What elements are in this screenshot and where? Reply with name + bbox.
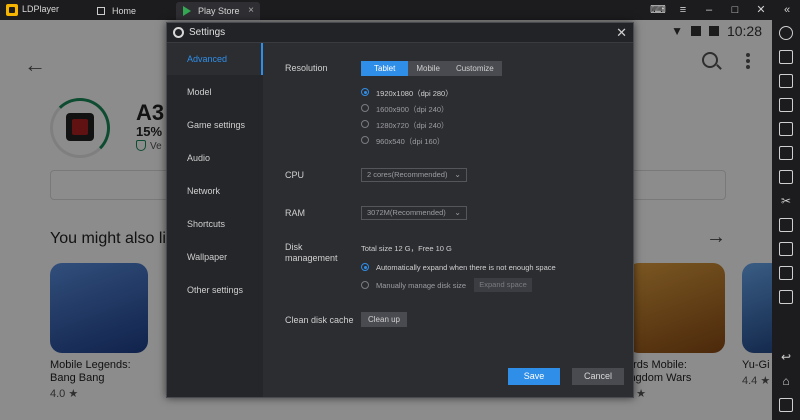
emulator-title-bar: LDPlayer Home Play Store × ⌨ ≡ – □ ✕ « [0, 0, 800, 20]
ldplayer-logo-icon [6, 4, 18, 16]
tab-label: Home [112, 6, 137, 16]
tab-label: Play Store [198, 6, 240, 16]
cpu-label: CPU [285, 170, 305, 180]
dialog-title: Settings [189, 27, 226, 38]
record-icon[interactable] [779, 218, 793, 232]
ram-select[interactable]: 3072M(Recommended) ⌄ [361, 206, 467, 220]
disk-auto-radio[interactable] [361, 263, 369, 271]
nav-other-settings[interactable]: Other settings [167, 274, 263, 306]
mode-tablet[interactable]: Tablet [361, 61, 409, 76]
android-home-icon[interactable]: ⌂ [779, 374, 793, 388]
minimize-icon[interactable]: – [702, 3, 716, 17]
settings-gear-icon[interactable] [779, 26, 793, 40]
shared-folder-icon[interactable] [779, 242, 793, 256]
scissors-icon[interactable]: ✂ [779, 194, 793, 208]
chevron-down-icon: ⌄ [454, 170, 461, 179]
resolution-mode-switch: Tablet Mobile Customize [361, 61, 502, 76]
resolution-radio[interactable] [361, 104, 369, 112]
gear-icon [173, 27, 184, 38]
location-icon[interactable] [779, 266, 793, 280]
more-tools-icon[interactable] [779, 290, 793, 304]
disk-manual-radio[interactable] [361, 281, 369, 289]
disk-auto-label: Automatically expand when there is not e… [376, 263, 556, 272]
save-button[interactable]: Save [508, 368, 560, 385]
keyboard-icon[interactable] [779, 50, 793, 64]
menu-icon[interactable]: ≡ [676, 3, 690, 17]
settings-nav: Advanced Model Game settings Audio Netwo… [167, 43, 263, 397]
dialog-header: Settings ✕ [167, 23, 633, 43]
resolution-option: 1600x900（dpi 240） [376, 105, 449, 114]
close-icon[interactable]: ✕ [616, 25, 627, 41]
disk-manual-label: Manually manage disk size [376, 281, 467, 290]
nav-network[interactable]: Network [167, 175, 263, 207]
expand-space-button[interactable]: Expand space [474, 278, 532, 292]
emulator-app-name: LDPlayer [22, 4, 60, 14]
resolution-option: 1920x1080（dpi 280） [376, 89, 453, 98]
fullscreen-icon[interactable] [779, 122, 793, 136]
chevron-down-icon: ⌄ [454, 208, 461, 217]
settings-dialog: Settings ✕ Advanced Model Game settings … [166, 22, 634, 398]
disk-summary: Total size 12 G，Free 10 G [361, 244, 452, 253]
resolution-option: 960x540（dpi 160） [376, 137, 445, 146]
android-back-icon[interactable]: ↩ [779, 350, 793, 364]
gamepad-icon[interactable]: ⌨ [650, 3, 666, 17]
android-recents-icon[interactable] [779, 398, 793, 412]
nav-game-settings[interactable]: Game settings [167, 109, 263, 141]
cancel-button[interactable]: Cancel [572, 368, 624, 385]
resolution-label: Resolution [285, 63, 328, 73]
cpu-select[interactable]: 2 cores(Recommended) ⌄ [361, 168, 467, 182]
nav-model[interactable]: Model [167, 76, 263, 108]
disk-label: Disk management [285, 242, 338, 263]
mode-customize[interactable]: Customize [447, 61, 502, 76]
tab-play-store[interactable]: Play Store × [176, 2, 260, 20]
resolution-radio[interactable] [361, 136, 369, 144]
emulator-side-toolbar: ✂ ↩ ⌂ [772, 20, 800, 420]
clean-cache-label: Clean disk cache [285, 315, 354, 325]
volume-up-icon[interactable] [779, 74, 793, 88]
nav-shortcuts[interactable]: Shortcuts [167, 208, 263, 240]
maximize-icon[interactable]: □ [728, 3, 742, 17]
resolution-option: 1280x720（dpi 240） [376, 121, 449, 130]
volume-down-icon[interactable] [779, 98, 793, 112]
home-icon [97, 7, 105, 15]
resolution-radio[interactable] [361, 88, 369, 96]
window-controls: ⌨ ≡ – □ ✕ « [650, 3, 794, 17]
nav-audio[interactable]: Audio [167, 142, 263, 174]
ram-label: RAM [285, 208, 305, 218]
cpu-value: 2 cores(Recommended) [367, 170, 448, 179]
screenshot-icon[interactable] [779, 146, 793, 160]
nav-wallpaper[interactable]: Wallpaper [167, 241, 263, 273]
close-tab-icon[interactable]: × [248, 2, 254, 20]
clean-up-button[interactable]: Clean up [361, 312, 407, 327]
ram-value: 3072M(Recommended) [367, 208, 446, 217]
tab-home[interactable]: Home [90, 2, 172, 20]
mode-mobile[interactable]: Mobile [408, 61, 448, 76]
resolution-radio[interactable] [361, 120, 369, 128]
apk-install-icon[interactable] [779, 170, 793, 184]
nav-advanced[interactable]: Advanced [167, 43, 263, 75]
close-window-icon[interactable]: ✕ [754, 3, 768, 17]
play-store-icon [183, 6, 191, 16]
collapse-sidebar-icon[interactable]: « [780, 3, 794, 17]
